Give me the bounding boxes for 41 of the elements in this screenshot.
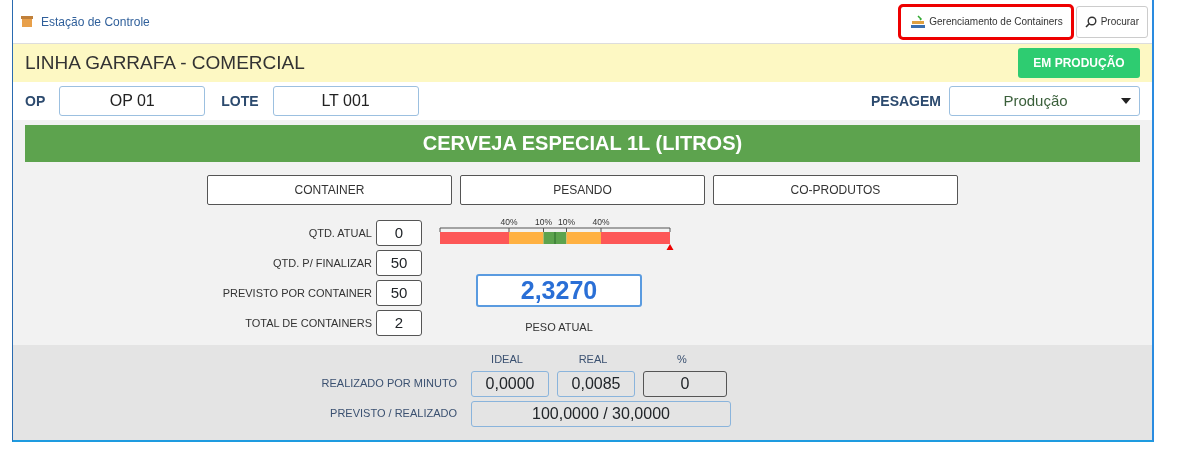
- field-label: OP: [25, 91, 46, 111]
- tab-button[interactable]: PESANDO: [460, 175, 705, 205]
- field-label: LOTE: [221, 91, 259, 111]
- field-label: PESAGEM: [871, 91, 941, 111]
- search-icon: [1084, 15, 1097, 28]
- weight-label: PESO ATUAL: [525, 320, 593, 335]
- column-header: IDEAL: [490, 352, 524, 367]
- line-title: LINHA GARRAFA - COMERCIAL: [25, 50, 305, 75]
- weight-display: 2,3270: [476, 274, 642, 307]
- value-field: 2: [376, 310, 422, 336]
- column-header: %: [676, 352, 688, 367]
- caret-icon: [1121, 98, 1131, 104]
- tab-button[interactable]: CONTAINER: [207, 175, 452, 205]
- value-field: 0,0000: [471, 370, 549, 397]
- field-label: PREVISTO POR CONTAINER: [221, 285, 372, 301]
- tick-label: 40%: [592, 217, 610, 227]
- search-button[interactable]: Procurar: [1075, 5, 1148, 38]
- value-field: 0: [376, 220, 422, 246]
- field-label: QTD. ATUAL: [307, 225, 372, 241]
- select-field[interactable]: Produção: [949, 86, 1140, 116]
- value-field: 0: [643, 370, 727, 397]
- field-label: REALIZADO POR MINUTO: [320, 376, 457, 392]
- tick-label: 10%: [558, 217, 575, 227]
- value-field: 50: [376, 250, 422, 276]
- box-icon: [21, 16, 33, 27]
- field-label: TOTAL DE CONTAINERS: [244, 315, 372, 331]
- tick-label: 40%: [500, 217, 518, 227]
- value-field: 0,0085: [557, 370, 635, 397]
- value-field: 100,0000 / 30,0000: [471, 400, 731, 427]
- tab-button[interactable]: CO-PRODUTOS: [713, 175, 958, 205]
- value-field: 50: [376, 280, 422, 306]
- input-field[interactable]: LT 001: [272, 86, 419, 116]
- tick-label: 10%: [535, 217, 552, 227]
- input-field[interactable]: OP 01: [59, 86, 206, 116]
- column-header: REAL: [577, 352, 609, 367]
- product-banner: CERVEJA ESPECIAL 1L (LITROS): [25, 125, 1140, 162]
- scale-icon: [911, 14, 926, 29]
- field-label: QTD. P/ FINALIZAR: [272, 255, 372, 271]
- field-label: PREVISTO / REALIZADO: [329, 406, 457, 422]
- window-title: Estação de Controle: [41, 13, 150, 31]
- toolbar-button[interactable]: Gerenciamento de Containers: [900, 5, 1072, 38]
